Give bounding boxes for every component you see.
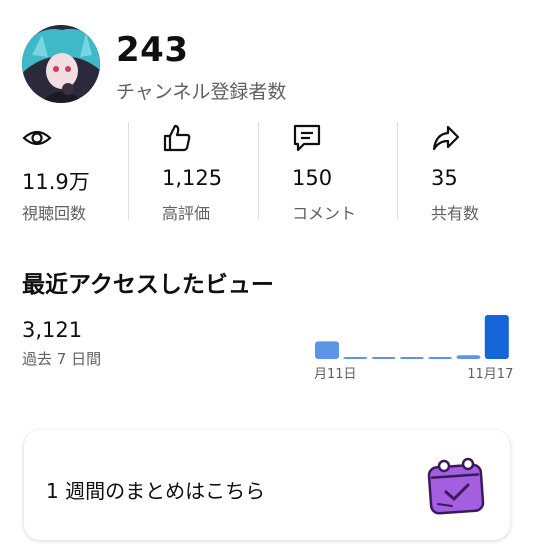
weekly-summary-card[interactable]: 1 週間のまとめはこちら (24, 430, 510, 540)
stat-label: コメント (292, 204, 357, 223)
chart-tick-label: 11月17日 (467, 367, 513, 382)
section-title: 最近アクセスしたビュー (22, 272, 274, 298)
chart-bar (371, 357, 396, 359)
stats-row: 11.9万 視聴回数 1,125 高評価 150 コメント 35 共有数 (0, 120, 533, 223)
divider (397, 122, 398, 220)
chart-bar (428, 357, 453, 359)
stat-value: 35 (431, 166, 458, 190)
thumbs-up-icon (162, 123, 192, 153)
chart-bar (399, 357, 424, 359)
subscriber-label: チャンネル登録者数 (116, 81, 287, 103)
recent-views-chart[interactable]: 11月11日 11月17日 (313, 305, 513, 385)
chart-tick-label: 11月11日 (313, 367, 357, 382)
recent-views-period: 過去 7 日間 (22, 350, 102, 368)
eye-icon (22, 123, 52, 153)
stat-value: 150 (292, 166, 333, 190)
stat-value: 1,125 (162, 166, 223, 190)
comment-icon (292, 123, 322, 153)
share-icon (431, 123, 461, 153)
chart-bar (315, 341, 339, 359)
channel-avatar[interactable] (22, 25, 100, 103)
chart-bar (343, 357, 368, 359)
divider (128, 122, 129, 220)
chart-bar (484, 315, 509, 359)
chart-bar (456, 355, 481, 359)
stat-value: 11.9万 (22, 170, 90, 194)
stat-label: 視聴回数 (22, 204, 87, 223)
weekly-summary-label: 1 週間のまとめはこちら (46, 479, 266, 503)
recent-views-value: 3,121 (22, 318, 83, 342)
stat-label: 高評価 (162, 204, 211, 223)
stat-label: 共有数 (431, 204, 480, 223)
calendar-check-icon (424, 452, 490, 518)
subscriber-count: 243 (116, 30, 189, 70)
divider (258, 122, 259, 220)
